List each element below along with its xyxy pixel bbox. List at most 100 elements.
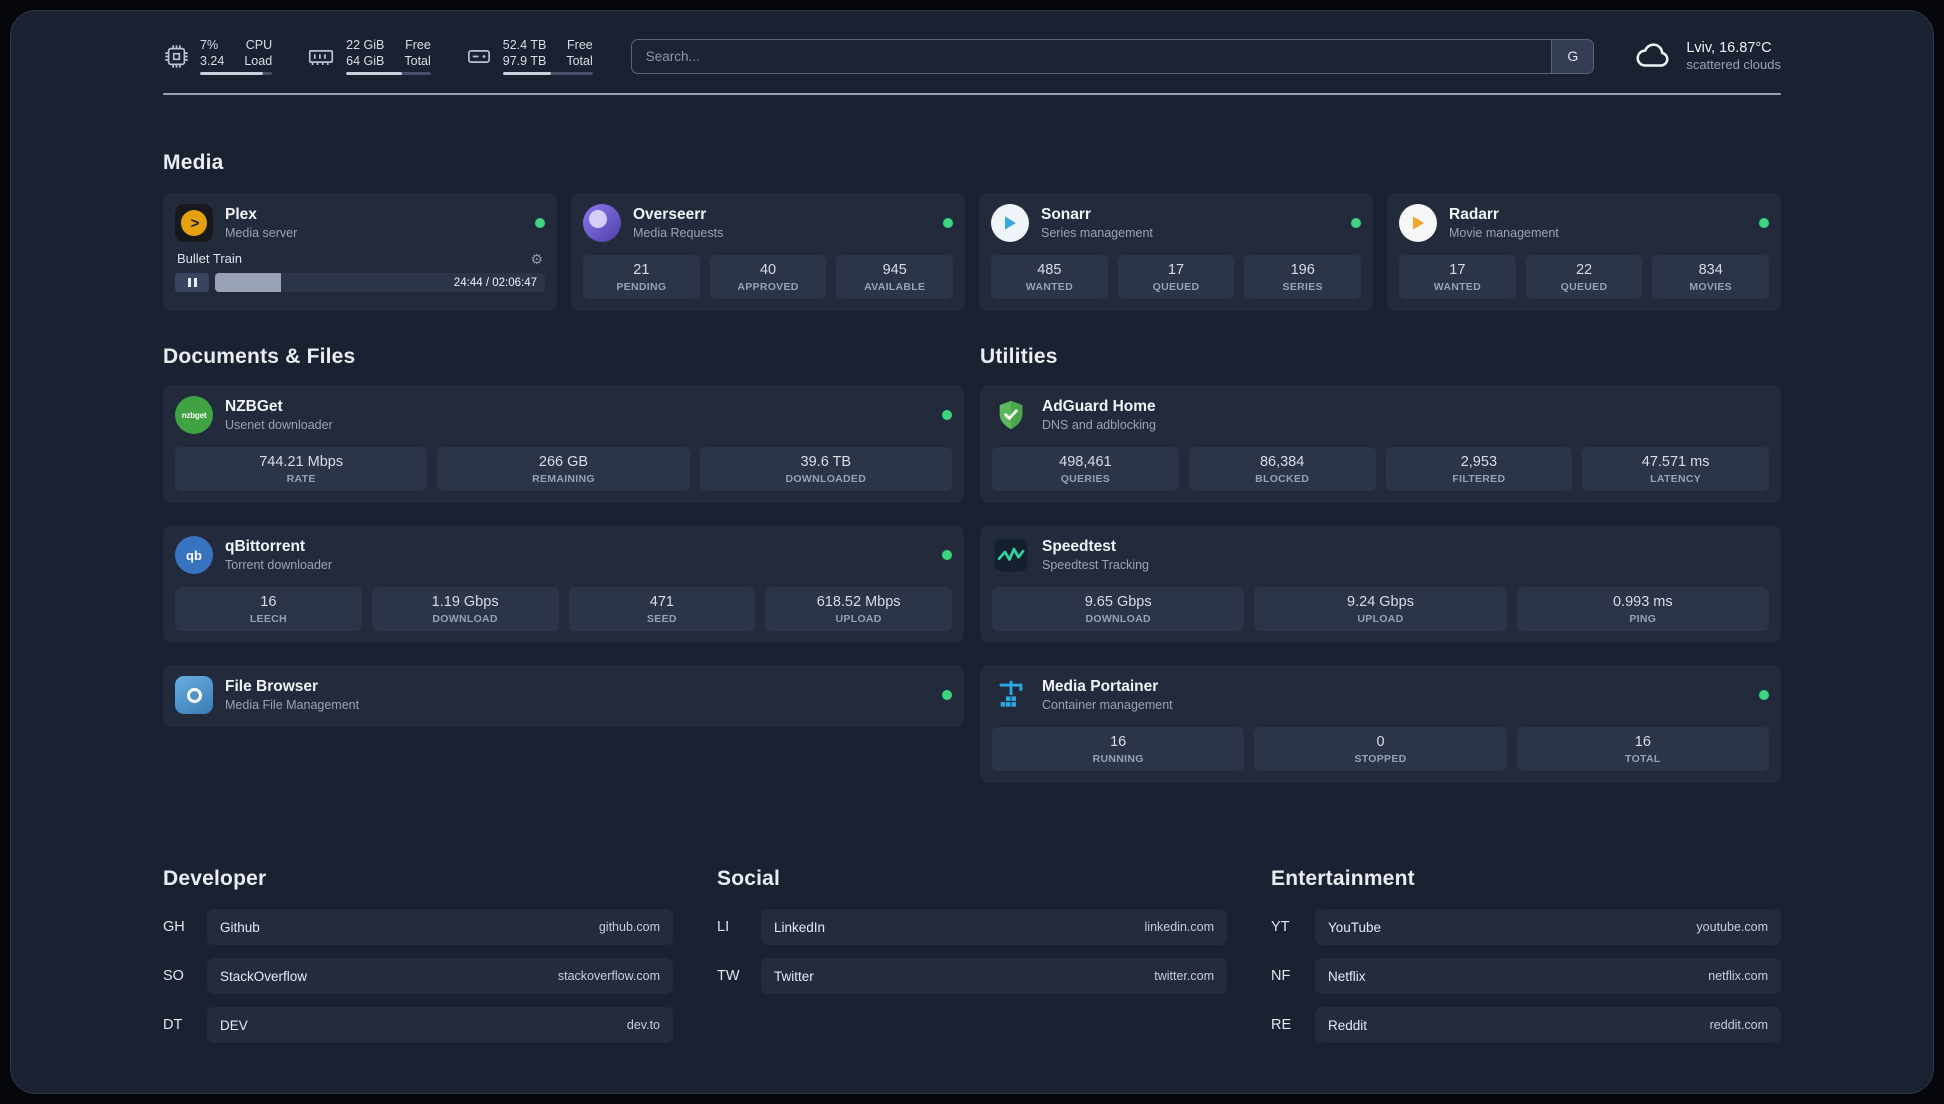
service-card-portainer[interactable]: Media Portainer Container management 16 … [980,665,1781,783]
bookmark-pill[interactable]: Reddit reddit.com [1315,1007,1781,1043]
stat-downloaded: 39.6 TB DOWNLOADED [699,447,952,491]
card-header: AdGuard Home DNS and adblocking [992,395,1769,435]
stats-row: 17 WANTED 22 QUEUED 834 MOVIES [1399,255,1770,299]
service-card-adguard[interactable]: AdGuard Home DNS and adblocking 498,461 … [980,385,1781,503]
bookmark-abbr: SO [163,968,184,984]
cpu-progress-bar [200,72,273,75]
cloud-icon [1632,37,1674,75]
card-header: nzbget NZBGet Usenet downloader [175,395,952,435]
section-title-social: Social [717,867,781,890]
service-card-radarr[interactable]: Radarr Movie management 17 WANTED 22 QUE… [1387,193,1781,311]
stat-queued: 22 QUEUED [1525,255,1643,299]
service-description: Media File Management [225,698,360,712]
service-name[interactable]: qBittorrent [225,538,332,556]
service-description: Movie management [1449,226,1559,240]
service-name[interactable]: Overseerr [633,206,723,224]
plex-now-playing: Bullet Train ⚙ 24:44 / 02:06:47 [175,251,545,292]
radarr-icon [1399,204,1437,242]
service-card-speedtest[interactable]: Speedtest Speedtest Tracking 9.65 Gbps D… [980,525,1781,643]
stat-upload: 618.52 Mbps UPLOAD [765,587,952,631]
status-dot-online [942,690,952,700]
service-name[interactable]: Radarr [1449,206,1559,224]
service-name[interactable]: File Browser [225,678,359,696]
bookmark-pill[interactable]: Github github.com [207,909,673,945]
service-card-sonarr[interactable]: Sonarr Series management 485 WANTED 17 Q… [979,193,1373,311]
bookmark-group-social: Social LI LinkedIn linkedin.com TW Twitt… [717,867,1227,1056]
section-title-documents: Documents & Files [163,345,356,368]
stats-row: 498,461 QUERIES 86,384 BLOCKED 2,953 FIL… [992,447,1769,491]
bookmark-dev[interactable]: DT DEV dev.to [163,1007,673,1043]
card-header: > Plex Media server [175,203,545,243]
stats-row: 16 RUNNING 0 STOPPED 16 TOTAL [992,727,1769,771]
playback-time: 24:44 / 02:06:47 [453,276,537,289]
stats-row: 485 WANTED 17 QUEUED 196 SERIES [991,255,1362,299]
status-dot-online [942,550,952,560]
status-dot-online [942,410,952,420]
playback-progress-bar[interactable]: 24:44 / 02:06:47 [215,273,545,292]
bookmark-twitter[interactable]: TW Twitter twitter.com [717,958,1227,994]
service-description: Usenet downloader [225,418,333,432]
card-header: Media Portainer Container management [992,675,1769,715]
bookmark-netflix[interactable]: NF Netflix netflix.com [1271,958,1781,994]
service-card-nzbget[interactable]: nzbget NZBGet Usenet downloader 744.21 M… [163,385,964,503]
nzbget-icon: nzbget [175,396,213,434]
memory-free-value: 22 GiB [346,38,385,52]
stat-leech: 16 LEECH [175,587,362,631]
service-description: Media Requests [633,226,724,240]
bookmark-pill[interactable]: LinkedIn linkedin.com [761,909,1227,945]
service-name[interactable]: Media Portainer [1042,678,1173,696]
qbittorrent-icon: qb [175,536,213,574]
service-name[interactable]: Speedtest [1042,538,1149,556]
bookmark-stackoverflow[interactable]: SO StackOverflow stackoverflow.com [163,958,673,994]
plex-icon: > [175,204,213,242]
bookmark-github[interactable]: GH Github github.com [163,909,673,945]
service-card-qbittorrent[interactable]: qb qBittorrent Torrent downloader 16 LEE… [163,525,964,643]
search-box[interactable]: G [630,38,1595,74]
stats-row: 16 LEECH 1.19 Gbps DOWNLOAD 471 SEED 618… [175,587,952,631]
section-title-media: Media [163,151,224,174]
dashboard-panel: 7% CPU 3.24 Load 22 GiB Free 64 GiB Tota… [10,10,1934,1094]
two-column-area: Documents & Files nzbget NZBGet Usenet d… [163,345,1781,783]
bookmark-linkedin[interactable]: LI LinkedIn linkedin.com [717,909,1227,945]
pause-button[interactable] [175,273,209,292]
card-header: Overseerr Media Requests [583,203,953,243]
status-dot-online [1759,690,1769,700]
service-name[interactable]: AdGuard Home [1042,398,1156,416]
bookmark-pill[interactable]: Twitter twitter.com [761,958,1227,994]
speedtest-icon [992,536,1030,574]
service-name[interactable]: Plex [225,206,297,224]
bookmark-pill[interactable]: YouTube youtube.com [1315,909,1781,945]
bookmark-pill[interactable]: Netflix netflix.com [1315,958,1781,994]
status-dot-online [1759,218,1769,228]
service-card-filebrowser[interactable]: File Browser Media File Management [163,665,964,727]
service-card-plex[interactable]: > Plex Media server Bullet Train ⚙ 24:44… [163,193,557,311]
service-card-overseerr[interactable]: Overseerr Media Requests 21 PENDING 40 A… [571,193,965,311]
search-input[interactable] [631,39,1552,73]
memory-widget: 22 GiB Free 64 GiB Total [306,37,431,75]
stat-queued: 17 QUEUED [1117,255,1235,299]
weather-location: Lviv, 16.87°C [1686,40,1772,56]
now-playing-title: Bullet Train [177,251,243,266]
gear-icon[interactable]: ⚙ [530,252,543,266]
stat-remaining: 266 GB REMAINING [437,447,690,491]
service-name[interactable]: NZBGet [225,398,333,416]
disk-free-label: Free [567,38,593,52]
bookmark-group-entertainment: Entertainment YT YouTube youtube.com NF … [1271,867,1781,1056]
status-dot-online [943,218,953,228]
stat-movies: 834 MOVIES [1652,255,1770,299]
section-title-developer: Developer [163,867,267,890]
service-name[interactable]: Sonarr [1041,206,1153,224]
service-description: DNS and adblocking [1042,418,1156,432]
bookmark-pill[interactable]: StackOverflow stackoverflow.com [207,958,673,994]
status-dot-online [535,218,545,228]
bookmark-youtube[interactable]: YT YouTube youtube.com [1271,909,1781,945]
cpu-widget: 7% CPU 3.24 Load [163,37,273,75]
stat-running: 16 RUNNING [992,727,1245,771]
bookmarks-area: Developer GH Github github.com SO StackO… [163,867,1781,1056]
bookmark-reddit[interactable]: RE Reddit reddit.com [1271,1007,1781,1043]
bookmark-pill[interactable]: DEV dev.to [207,1007,673,1043]
search-provider-button[interactable]: G [1551,39,1594,73]
bookmark-abbr: DT [163,1017,183,1033]
cpu-icon [163,43,190,70]
cpu-label: CPU [245,38,273,52]
